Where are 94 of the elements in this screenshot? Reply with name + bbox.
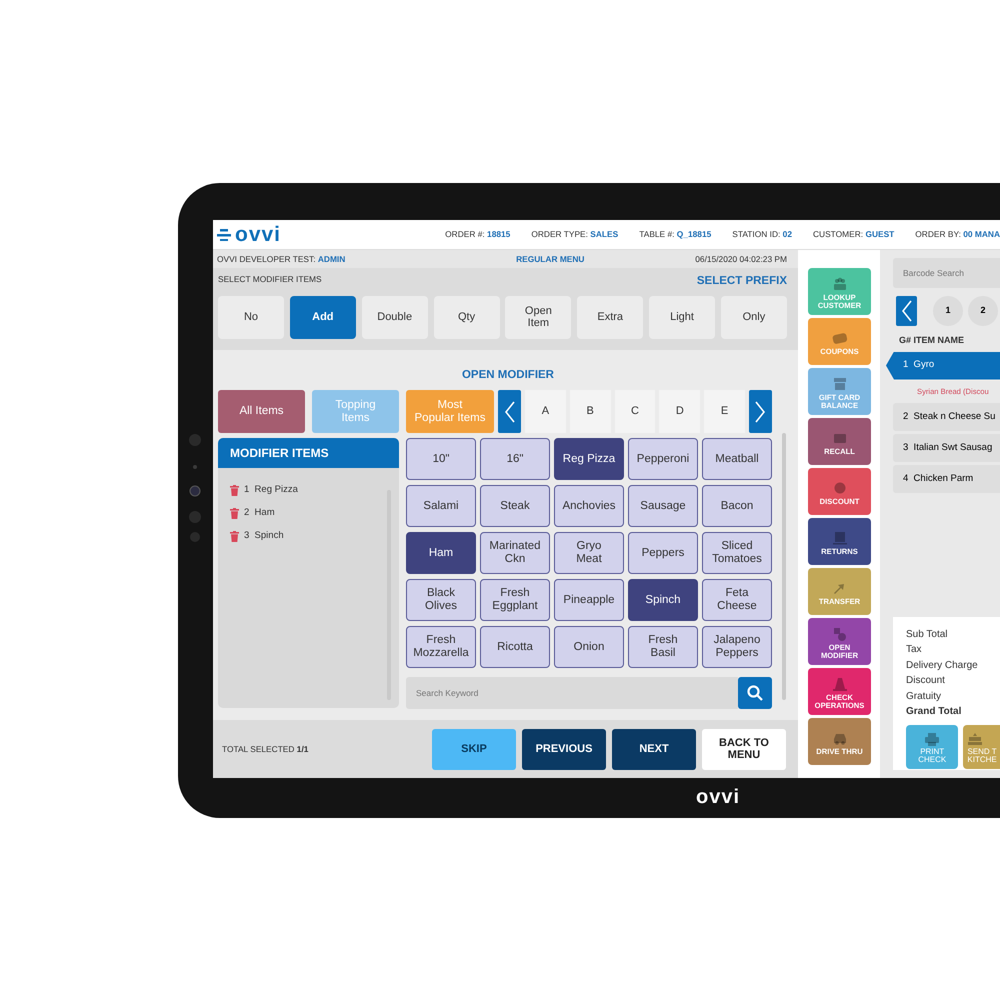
page-button[interactable]: 2	[968, 296, 998, 326]
prefix-button[interactable]: No	[218, 296, 284, 339]
header-field: TABLE #: Q_18815	[639, 228, 712, 241]
select-prefix-link[interactable]: SELECT PREFIX	[696, 273, 787, 291]
modifier-button[interactable]: Meatball	[702, 438, 772, 480]
barcode-search-field[interactable]: Barcode Search	[893, 258, 1000, 288]
prefix-button[interactable]: Qty	[434, 296, 500, 339]
modifier-button[interactable]: 10"	[406, 438, 476, 480]
logo-lines-icon	[217, 228, 231, 240]
modifier-button[interactable]: Peppers	[628, 532, 698, 574]
modifier-button[interactable]: Gryo Meat	[554, 532, 624, 574]
menu-title: REGULAR MENU	[516, 252, 584, 266]
modifier-button[interactable]: Sliced Tomatoes	[702, 532, 772, 574]
trash-icon	[230, 508, 239, 519]
printer-icon	[924, 732, 940, 746]
letter-filter[interactable]: A	[525, 390, 566, 433]
tray-icon	[967, 732, 984, 746]
total-label: Discount	[906, 674, 946, 688]
category-button[interactable]: All Items	[218, 390, 305, 433]
modifier-button[interactable]: Pepperoni	[628, 438, 698, 480]
search-field[interactable]: Search Keyword	[406, 677, 738, 709]
footer-button[interactable]: NEXT	[612, 728, 696, 770]
modifier-button[interactable]: Spinch	[628, 579, 698, 621]
previous-page-button[interactable]	[896, 296, 917, 326]
letter-filter[interactable]: B	[570, 390, 611, 433]
section-title: SELECT MODIFIER ITEMS	[218, 273, 322, 286]
modifier-item: 1 Reg Pizza	[244, 483, 298, 498]
modifier-button[interactable]: Black Olives	[406, 579, 476, 621]
modifier-button[interactable]: Feta Cheese	[702, 579, 772, 621]
modifier-button[interactable]: Salami	[406, 485, 476, 527]
modifier-button[interactable]: Onion	[554, 626, 624, 668]
modifier-item: 2 Ham	[244, 506, 275, 520]
header-field: ORDER BY: 00 MANA	[915, 228, 1000, 241]
section-title: OPEN MODIFIER	[460, 368, 555, 383]
prefix-button[interactable]: Open Item	[505, 296, 572, 339]
total-selected: TOTAL SELECTED 1/1	[222, 742, 308, 756]
modifier-button[interactable]: Fresh Eggplant	[480, 579, 550, 621]
trash-icon	[230, 531, 239, 542]
total-label: Sub Total	[906, 628, 949, 642]
modifier-button[interactable]: Ricotta	[480, 626, 550, 668]
shapes-icon	[832, 626, 848, 642]
modifier-button[interactable]: Pineapple	[554, 579, 624, 621]
page-button[interactable]: 1	[933, 296, 963, 326]
search-button[interactable]	[738, 677, 772, 709]
footer-button[interactable]: BACK TO MENU	[702, 728, 786, 770]
card-icon	[832, 376, 848, 392]
header-field: ORDER #: 18815	[445, 228, 510, 241]
date-time: 06/15/2020 04:02:23 PM	[695, 252, 787, 266]
modifier-button[interactable]: Jalapeno Peppers	[702, 626, 772, 668]
modifier-button[interactable]: Fresh Basil	[628, 626, 698, 668]
people-icon	[832, 276, 848, 292]
chevron-right-icon	[755, 400, 766, 422]
device-logo: ovvi	[694, 785, 742, 810]
footer-button[interactable]: SKIP	[432, 728, 516, 770]
previous-button[interactable]	[498, 390, 521, 433]
scrollbar[interactable]	[782, 433, 786, 700]
ticket-icon	[832, 330, 848, 346]
prefix-button[interactable]: Extra	[577, 296, 644, 339]
modifier-button[interactable]: Ham	[406, 532, 476, 574]
modifier-button[interactable]: Steak	[480, 485, 550, 527]
total-label: Grand Total	[906, 705, 962, 720]
prefix-button[interactable]: Only	[720, 296, 787, 339]
chevron-left-icon	[902, 300, 912, 322]
modifier-item: 3 Spinch	[244, 529, 284, 544]
panel-title: MODIFIER ITEMS	[218, 438, 399, 468]
next-button[interactable]	[748, 390, 772, 433]
letter-filter[interactable]: D	[659, 390, 700, 433]
logo: ovvi	[235, 222, 282, 246]
user-label: OVVI DEVELOPER TEST: ADMIN	[217, 252, 346, 266]
letter-filter[interactable]: E	[704, 390, 745, 433]
search-icon	[747, 685, 763, 701]
cone-icon	[832, 676, 848, 692]
modifier-button[interactable]: Sausage	[628, 485, 698, 527]
header-field: CUSTOMER: GUEST	[813, 228, 894, 241]
letter-filter[interactable]: C	[614, 390, 656, 433]
footer-button[interactable]: PREVIOUS	[522, 728, 606, 770]
total-label: Delivery Charge	[906, 658, 979, 673]
prefix-button[interactable]: Light	[649, 296, 716, 339]
header-field: STATION ID: 02	[732, 228, 792, 241]
modifier-button[interactable]: Marinated Ckn	[480, 532, 550, 574]
modifier-button[interactable]: Reg Pizza	[554, 438, 624, 480]
box-icon	[832, 530, 848, 546]
modifier-button[interactable]: Fresh Mozzarella	[406, 626, 476, 668]
modifier-button[interactable]: 16"	[480, 438, 550, 480]
total-label: Gratuity	[906, 690, 942, 704]
trash-icon	[230, 485, 239, 496]
header-field: ORDER TYPE: SALES	[531, 228, 618, 241]
modifier-button[interactable]: Bacon	[702, 485, 772, 527]
chevron-left-icon	[504, 400, 514, 422]
prefix-button[interactable]: Add	[290, 296, 356, 339]
prefix-button[interactable]: Double	[362, 296, 428, 339]
total-label: Tax	[906, 643, 923, 658]
modifier-button[interactable]: Anchovies	[554, 485, 624, 527]
column-title: G# ITEM NAME	[899, 334, 966, 347]
